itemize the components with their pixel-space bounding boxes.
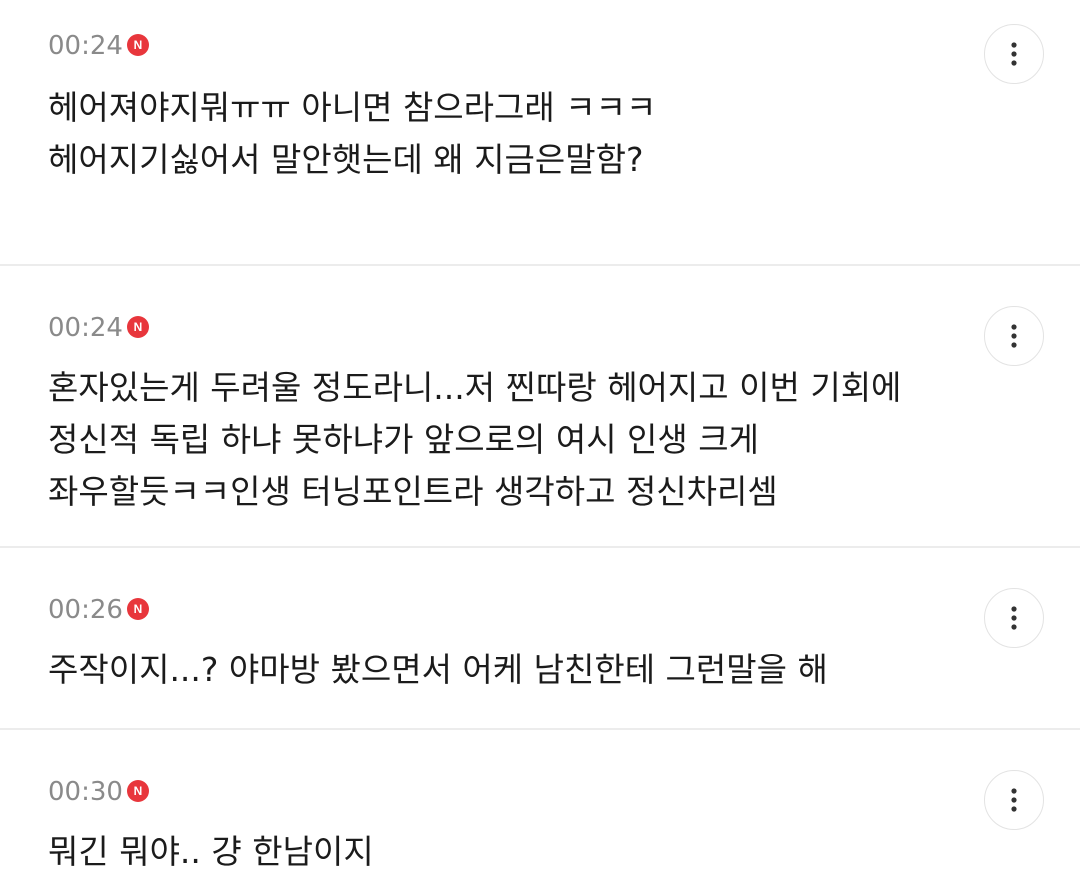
more-vertical-icon: [1011, 42, 1017, 66]
comment-text-line: 헤어져야지뭐ㅠㅠ 아니면 참으라그래 ㅋㅋㅋ: [48, 88, 657, 127]
comment-body: 뭐긴 뭐야.. 걍 한남이지: [48, 826, 374, 878]
comment-item: 00:24 N 헤어져야지뭐ㅠㅠ 아니면 참으라그래 ㅋㅋㅋ 헤어지기싫어서 말…: [0, 24, 1080, 264]
comment-item: 00:24 N 혼자있는게 두려울 정도라니...저 찐따랑 헤어지고 이번 기…: [0, 306, 1080, 546]
comment-meta: 00:24 N: [48, 310, 149, 346]
comment-text-line: 혼자있는게 두려울 정도라니...저 찐따랑 헤어지고 이번 기회에: [48, 368, 902, 407]
more-vertical-icon: [1011, 788, 1017, 812]
more-vertical-icon: [1011, 324, 1017, 348]
comment-body: 주작이지...? 야마방 봤으면서 어케 남친한테 그런말을 해: [48, 644, 828, 696]
comment-divider: [0, 728, 1080, 730]
more-options-button[interactable]: [984, 588, 1044, 648]
comment-body: 헤어져야지뭐ㅠㅠ 아니면 참으라그래 ㅋㅋㅋ 헤어지기싫어서 말안햇는데 왜 지…: [48, 82, 656, 186]
more-options-button[interactable]: [984, 306, 1044, 366]
more-options-button[interactable]: [984, 24, 1044, 84]
comment-text-line: 주작이지...? 야마방 봤으면서 어케 남친한테 그런말을 해: [48, 650, 828, 689]
new-badge-icon: N: [126, 780, 149, 802]
comment-text-line: 정신적 독립 하냐 못하냐가 앞으로의 여시 인생 크게: [48, 420, 759, 459]
comment-time: 00:30: [48, 777, 123, 807]
comment-divider: [0, 546, 1080, 548]
comment-text-line: 좌우할듯ㅋㅋ인생 터닝포인트라 생각하고 정신차리셈: [48, 472, 778, 511]
new-badge-icon: N: [126, 34, 149, 56]
comment-text-line: 뭐긴 뭐야.. 걍 한남이지: [48, 832, 374, 871]
comment-meta: 00:26 N: [48, 592, 149, 628]
comment-item: 00:30 N 뭐긴 뭐야.. 걍 한남이지: [0, 770, 1080, 879]
new-badge-icon: N: [126, 598, 149, 620]
comment-item: 00:26 N 주작이지...? 야마방 봤으면서 어케 남친한테 그런말을 해: [0, 588, 1080, 728]
comment-meta: 00:24 N: [48, 28, 149, 64]
more-vertical-icon: [1011, 606, 1017, 630]
comment-meta: 00:30 N: [48, 774, 149, 810]
comment-time: 00:24: [48, 31, 123, 61]
comment-text-line: 헤어지기싫어서 말안햇는데 왜 지금은말함?: [48, 140, 644, 179]
comment-time: 00:24: [48, 313, 123, 343]
new-badge-icon: N: [126, 316, 149, 338]
comment-divider: [0, 264, 1080, 266]
comment-time: 00:26: [48, 595, 123, 625]
more-options-button[interactable]: [984, 770, 1044, 830]
comment-body: 혼자있는게 두려울 정도라니...저 찐따랑 헤어지고 이번 기회에 정신적 독…: [48, 362, 901, 518]
